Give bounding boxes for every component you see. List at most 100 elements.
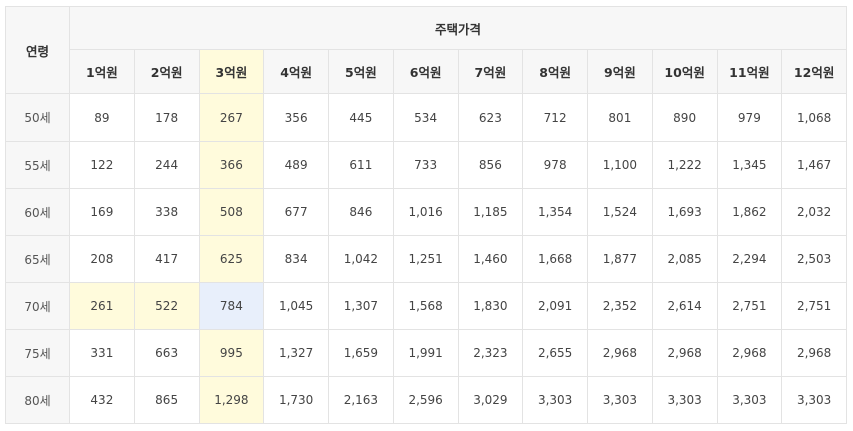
header-row-prices: 1억원 2억원 3억원 4억원 5억원 6억원 7억원 8억원 9억원 10억원 11억원 12억원 (6, 49, 847, 94)
value-cell: 3,303 (781, 376, 847, 424)
value-cell: 338 (133, 188, 200, 236)
header-row-group: 연령 주택가격 (5, 6, 847, 94)
age-cell: 70세 (5, 282, 70, 330)
value-cell: 1,830 (457, 282, 524, 330)
value-cell: 417 (133, 235, 200, 283)
price-header-8: 8억원 (522, 49, 588, 94)
value-cell: 522 (133, 282, 200, 330)
value-cell: 3,303 (522, 376, 588, 424)
value-cell: 366 (198, 141, 265, 189)
value-cell: 1,991 (392, 329, 459, 377)
value-cell: 1,568 (392, 282, 459, 330)
value-cell: 611 (328, 141, 394, 189)
value-cell: 846 (328, 188, 394, 236)
value-cell: 1,222 (651, 141, 718, 189)
value-cell: 2,968 (587, 329, 653, 377)
age-cell: 80세 (5, 376, 70, 424)
price-header-3: 3억원 (198, 49, 265, 94)
value-cell: 834 (263, 235, 329, 283)
value-cell: 1,524 (587, 188, 653, 236)
value-cell: 178 (133, 93, 200, 142)
value-cell: 1,467 (781, 141, 847, 189)
value-cell: 979 (716, 93, 783, 142)
value-cell: 1,016 (392, 188, 459, 236)
value-cell: 1,251 (392, 235, 459, 283)
price-header-7: 7억원 (457, 49, 524, 94)
value-cell: 784 (198, 282, 265, 330)
value-cell: 89 (69, 93, 135, 142)
price-header-12: 12억원 (781, 49, 847, 94)
value-cell: 2,614 (651, 282, 718, 330)
age-cell: 65세 (5, 235, 70, 283)
value-cell: 625 (198, 235, 265, 283)
value-cell: 2,323 (457, 329, 524, 377)
value-cell: 2,968 (781, 329, 847, 377)
age-column-header: 연령 (5, 6, 70, 94)
value-cell: 1,659 (328, 329, 394, 377)
value-cell: 2,091 (522, 282, 588, 330)
value-cell: 1,354 (522, 188, 588, 236)
value-cell: 3,303 (651, 376, 718, 424)
value-cell: 122 (69, 141, 135, 189)
value-cell: 2,968 (716, 329, 783, 377)
value-cell: 733 (392, 141, 459, 189)
value-cell: 169 (69, 188, 135, 236)
value-cell: 445 (328, 93, 394, 142)
value-cell: 267 (198, 93, 265, 142)
value-cell: 331 (69, 329, 135, 377)
table-row: 55세 122 244 366 489 611 733 856 978 1,100 1,222 1,3… (5, 141, 847, 189)
table-row: 60세 169 338 508 677 846 1,016 1,185 1,354 1,524 1,… (5, 188, 847, 236)
value-cell: 677 (263, 188, 329, 236)
value-cell: 978 (522, 141, 588, 189)
age-cell: 60세 (5, 188, 70, 236)
house-price-group-header: 주택가격 (69, 6, 847, 50)
price-header-2: 2억원 (133, 49, 200, 94)
age-cell: 50세 (5, 93, 70, 142)
value-cell: 2,032 (781, 188, 847, 236)
value-cell: 261 (69, 282, 135, 330)
value-cell: 712 (522, 93, 588, 142)
value-cell: 3,029 (457, 376, 524, 424)
value-cell: 489 (263, 141, 329, 189)
price-header-6: 6억원 (392, 49, 459, 94)
table-body: 50세 89 178 267 356 445 534 623 712 801 890 979 1,068… (5, 93, 847, 424)
value-cell: 2,968 (651, 329, 718, 377)
value-cell: 623 (457, 93, 524, 142)
value-cell: 1,045 (263, 282, 329, 330)
table-row: 50세 89 178 267 356 445 534 623 712 801 890 979 1,068 (5, 93, 847, 142)
value-cell: 1,345 (716, 141, 783, 189)
price-header-10: 10억원 (651, 49, 718, 94)
value-cell: 534 (392, 93, 459, 142)
value-cell: 2,503 (781, 235, 847, 283)
value-cell: 2,655 (522, 329, 588, 377)
value-cell: 208 (69, 235, 135, 283)
value-cell: 1,460 (457, 235, 524, 283)
value-cell: 356 (263, 93, 329, 142)
price-header-5: 5억원 (328, 49, 394, 94)
value-cell: 2,163 (328, 376, 394, 424)
value-cell: 1,185 (457, 188, 524, 236)
pension-table-container: 연령 주택가격 1억원 2억원 3억원 4억원 5억원 6억원 7억원 8억원 9억원 10억원 1… (5, 6, 847, 424)
value-cell: 995 (198, 329, 265, 377)
value-cell: 244 (133, 141, 200, 189)
value-cell: 1,877 (587, 235, 653, 283)
value-cell: 2,085 (651, 235, 718, 283)
value-cell: 801 (587, 93, 653, 142)
value-cell: 508 (198, 188, 265, 236)
table-row: 65세 208 417 625 834 1,042 1,251 1,460 1,668 1,877… (5, 235, 847, 283)
value-cell: 856 (457, 141, 524, 189)
value-cell: 1,042 (328, 235, 394, 283)
value-cell: 432 (69, 376, 135, 424)
value-cell: 2,294 (716, 235, 783, 283)
value-cell: 1,862 (716, 188, 783, 236)
table-row: 75세 331 663 995 1,327 1,659 1,991 2,323 2,655 2,9… (5, 329, 847, 377)
value-cell: 1,730 (263, 376, 329, 424)
value-cell: 1,100 (587, 141, 653, 189)
value-cell: 663 (133, 329, 200, 377)
value-cell: 1,693 (651, 188, 718, 236)
value-cell: 2,352 (587, 282, 653, 330)
table-row: 70세 261 522 784 1,045 1,307 1,568 1,830 2,091 2,3… (5, 282, 847, 330)
table-row: 80세 432 865 1,298 1,730 2,163 2,596 3,029 3,303 3… (5, 376, 847, 424)
price-header-11: 11억원 (716, 49, 783, 94)
price-header-9: 9억원 (587, 49, 653, 94)
